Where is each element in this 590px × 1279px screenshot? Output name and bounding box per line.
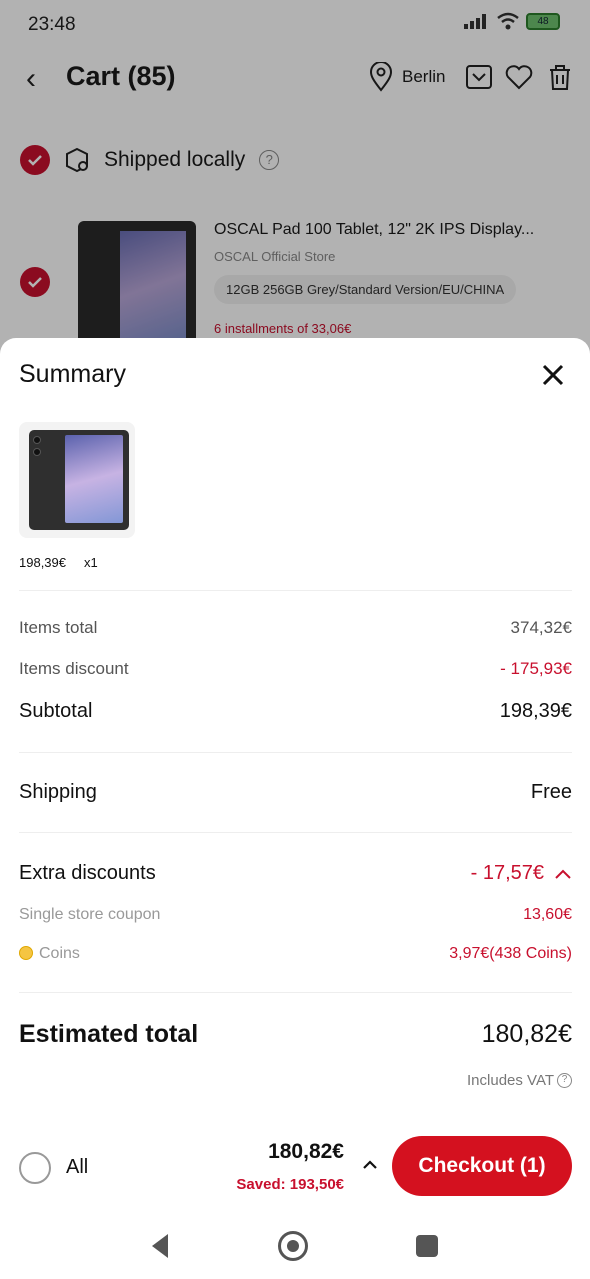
summary-item-qty: x1 — [84, 555, 98, 570]
help-icon[interactable]: ? — [557, 1073, 572, 1088]
estimated-total-value: 180,82€ — [481, 1020, 572, 1048]
close-icon[interactable] — [538, 360, 568, 390]
select-all-label[interactable]: All — [66, 1156, 88, 1179]
bottom-saved: Saved: 193,50€ — [236, 1176, 344, 1193]
sheet-title: Summary — [19, 360, 126, 388]
items-discount-label: Items discount — [19, 659, 129, 678]
extra-discounts-label: Extra discounts — [19, 862, 156, 884]
coins-row: Coins 3,97€(438 Coins) — [19, 945, 572, 963]
subtotal-label: Subtotal — [19, 700, 93, 722]
coupon-value: 13,60€ — [523, 906, 572, 923]
coupon-row: Single store coupon 13,60€ — [19, 906, 572, 924]
divider — [19, 832, 572, 833]
select-all-radio[interactable] — [19, 1152, 51, 1184]
shipping-label: Shipping — [19, 781, 97, 803]
nav-recents-icon[interactable] — [416, 1235, 438, 1257]
nav-back-icon[interactable] — [148, 1232, 172, 1260]
estimated-total-row: Estimated total 180,82€ — [19, 1020, 572, 1049]
vat-note-text: Includes VAT — [467, 1072, 554, 1089]
subtotal-value: 198,39€ — [499, 700, 572, 722]
extra-discounts-value: - 17,57€ — [470, 862, 544, 884]
coins-value: 3,97€(438 Coins) — [449, 945, 572, 962]
chevron-up-icon[interactable] — [554, 868, 572, 880]
divider — [19, 590, 572, 591]
shipping-row: Shipping Free — [19, 781, 572, 804]
checkout-button[interactable]: Checkout (1) — [392, 1136, 572, 1196]
summary-sheet: Summary 198,39€ x1 Items total 374,32€ I… — [0, 338, 590, 1279]
caret-up-icon[interactable] — [361, 1156, 379, 1174]
estimated-total-label: Estimated total — [19, 1020, 199, 1048]
nav-home-icon[interactable] — [278, 1231, 308, 1261]
items-total-row: Items total 374,32€ — [19, 618, 572, 638]
divider — [19, 752, 572, 753]
items-total-value: 374,32€ — [510, 618, 572, 637]
shipping-value: Free — [530, 781, 572, 803]
vat-note: Includes VAT ? — [467, 1072, 572, 1089]
items-total-label: Items total — [19, 618, 98, 637]
extra-discounts-row[interactable]: Extra discounts - 17,57€ — [19, 862, 572, 885]
items-discount-row: Items discount - 175,93€ — [19, 659, 572, 679]
coin-icon — [19, 946, 33, 960]
summary-item-price: 198,39€ — [19, 555, 66, 570]
divider — [19, 992, 572, 993]
subtotal-row: Subtotal 198,39€ — [19, 700, 572, 723]
bottom-total: 180,82€ — [268, 1140, 344, 1163]
coupon-label: Single store coupon — [19, 906, 161, 923]
coins-label: Coins — [39, 945, 80, 962]
system-nav-bar — [0, 1218, 590, 1278]
summary-product-image — [19, 422, 135, 538]
items-discount-value: - 175,93€ — [500, 659, 572, 678]
